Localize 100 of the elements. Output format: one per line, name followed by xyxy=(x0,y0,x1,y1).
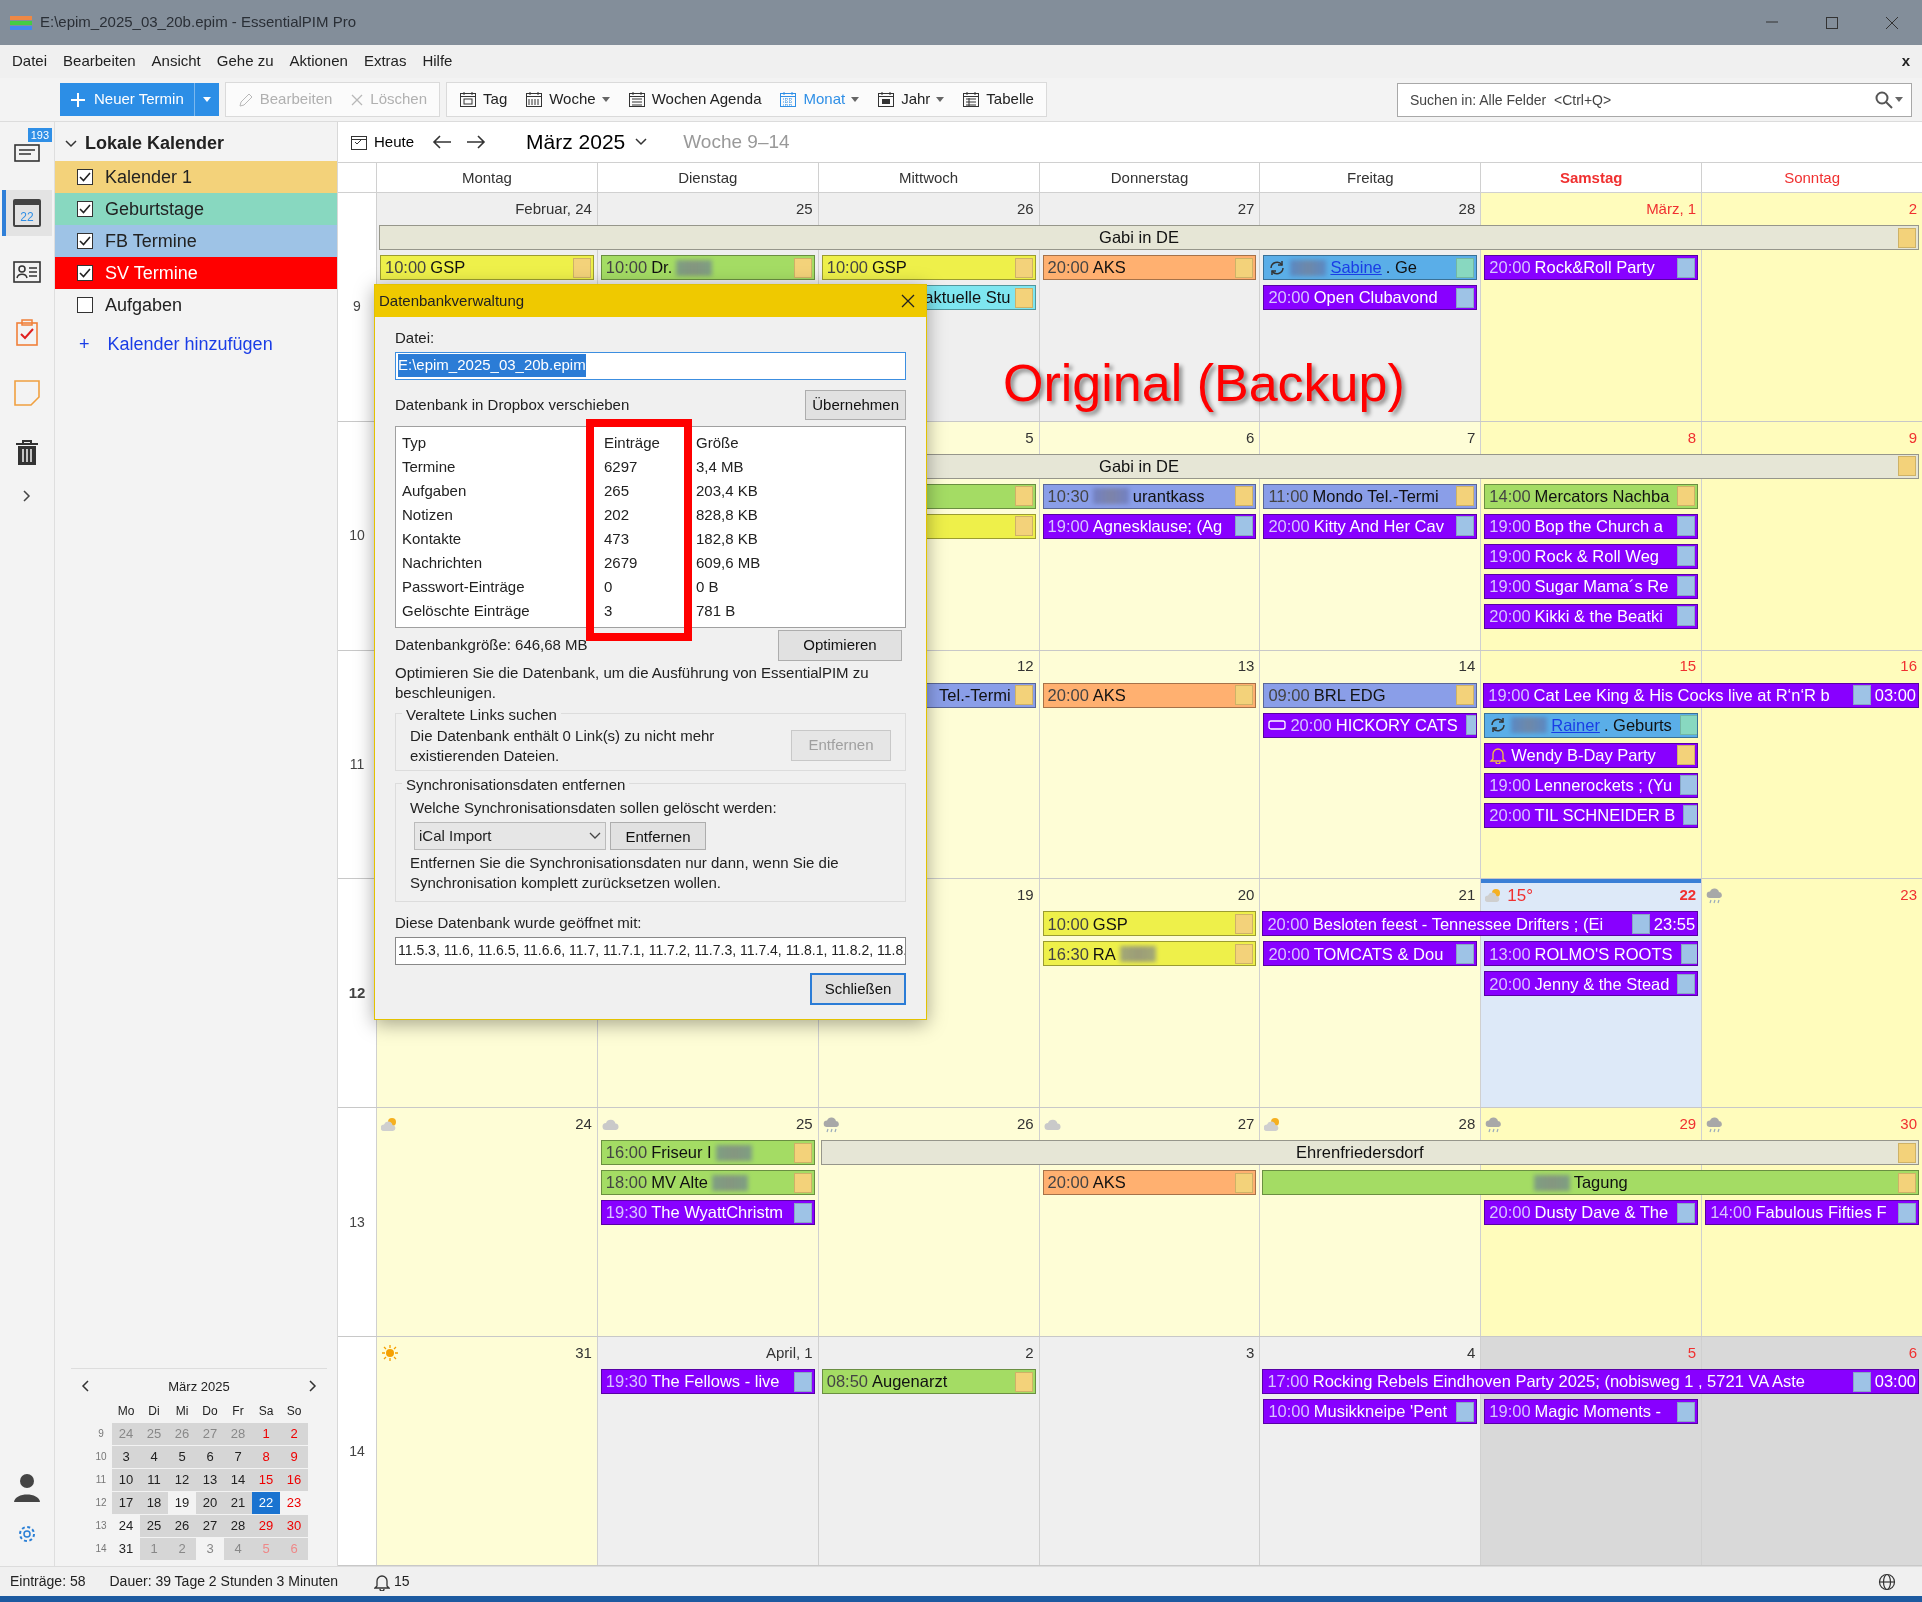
checkbox[interactable] xyxy=(77,297,93,313)
mini-calendar-day[interactable]: 27 xyxy=(196,1515,224,1537)
calendar-event[interactable]: 13:00 ROLMO'S ROOTS xyxy=(1484,941,1699,967)
calendar-event[interactable]: 19:00 Sugar Mama´s Re xyxy=(1484,573,1699,599)
calendar-event[interactable]: 20:00 Kitty And Her Cav xyxy=(1263,513,1478,539)
calendar-event[interactable]: 19:00 Bop the Church a xyxy=(1484,513,1699,539)
calendar-event[interactable]: 20:00 TOMCATS & Dou xyxy=(1263,941,1478,967)
settings-icon[interactable] xyxy=(17,1524,37,1544)
calendar-event[interactable]: 19:00 Agnesklause; (Ag xyxy=(1042,513,1257,539)
mini-calendar-day[interactable]: 23 xyxy=(280,1492,308,1514)
calendar-event[interactable]: 20:00 AKS xyxy=(1042,682,1257,708)
add-calendar-link[interactable]: Kalender hinzufügen xyxy=(107,331,273,358)
close-button[interactable]: Schließen xyxy=(810,972,906,1005)
mini-calendar-day[interactable]: 24 xyxy=(112,1515,140,1537)
calendar-event[interactable]: 10:00 Musikkneipe 'Pent xyxy=(1263,1399,1478,1425)
calendar-event[interactable]: 11:00 Mondo Tel.-Termi xyxy=(1263,483,1478,509)
calendar-event[interactable]: 19:30 The Fellows - live xyxy=(600,1369,815,1395)
calendar-event[interactable]: 19:00 Magic Moments - xyxy=(1484,1399,1699,1425)
menu-item[interactable]: Aktionen xyxy=(281,47,356,76)
mini-calendar-day[interactable]: 22 xyxy=(252,1492,280,1514)
calendar-event[interactable]: 14:00 Fabulous Fifties F xyxy=(1705,1200,1919,1226)
mini-calendar-day[interactable]: 31 xyxy=(112,1538,140,1560)
checkbox[interactable] xyxy=(77,233,93,249)
calendar-event[interactable]: 19:00 Cat Lee King & His Cocks live at R‘n‘R b 03:00 xyxy=(1483,682,1919,708)
calendar-list-item[interactable]: Kalender 1 xyxy=(55,161,337,193)
mini-calendar-day[interactable]: 21 xyxy=(224,1492,252,1514)
mini-calendar-day[interactable]: 11 xyxy=(140,1469,168,1491)
user-icon[interactable] xyxy=(13,1472,41,1502)
mini-calendar-day[interactable]: 5 xyxy=(168,1446,196,1468)
optimize-button[interactable]: Optimieren xyxy=(778,630,902,661)
view-tab[interactable]: Woche xyxy=(517,85,618,114)
calendar-event[interactable]: 20:00 AKS xyxy=(1042,1170,1257,1196)
calendar-event[interactable]: 10:30 urantkass xyxy=(1042,483,1257,509)
mini-calendar-day[interactable]: 13 xyxy=(196,1469,224,1491)
chevron-down-icon[interactable] xyxy=(65,139,77,148)
calendar-event[interactable]: 20:00 Dusty Dave & The xyxy=(1484,1200,1699,1226)
calendar-event[interactable]: 20:00 Rock&Roll Party xyxy=(1484,255,1699,280)
plus-icon[interactable]: + xyxy=(79,331,90,358)
chevron-right-icon[interactable] xyxy=(23,490,31,502)
calendar-event[interactable]: 18:00 MV Alte xyxy=(600,1170,815,1196)
calendar-event[interactable]: 20:00 HICKORY CATS xyxy=(1263,712,1478,738)
menu-item[interactable]: Gehe zu xyxy=(208,47,282,76)
calendar-event[interactable]: 19:30 The WyattChristm xyxy=(600,1200,815,1226)
calendar-event[interactable]: 19:00 Rock & Roll Weg xyxy=(1484,543,1699,569)
calendar-event[interactable]: 08:50 Augenarzt xyxy=(821,1369,1036,1395)
mini-calendar-day[interactable]: 20 xyxy=(196,1492,224,1514)
all-day-event[interactable]: Ehrenfriedersdorf xyxy=(820,1140,1919,1166)
mini-calendar-day[interactable]: 17 xyxy=(112,1492,140,1514)
close-icon[interactable] xyxy=(1884,15,1900,30)
checkbox[interactable] xyxy=(77,201,93,217)
calendar-event[interactable]: Sabine . Ge xyxy=(1263,255,1478,280)
menu-item[interactable]: Datei xyxy=(4,47,56,76)
checkbox[interactable] xyxy=(77,265,93,281)
calendar-event[interactable]: 10:00 Dr. xyxy=(600,255,815,280)
calendar-event[interactable]: 20:00 Jenny & the Stead xyxy=(1484,971,1699,997)
mini-calendar-day[interactable]: 6 xyxy=(196,1446,224,1468)
calendar-event[interactable]: 10:00 GSP xyxy=(821,255,1036,280)
calendar-event[interactable]: 20:00 TIL SCHNEIDER B xyxy=(1484,802,1699,828)
mini-calendar-day[interactable]: 10 xyxy=(112,1469,140,1491)
close-menu-button[interactable]: x xyxy=(1893,50,1918,73)
globe-icon[interactable] xyxy=(1878,1572,1896,1591)
remove-button[interactable]: Entfernen xyxy=(610,822,706,850)
mini-calendar-day[interactable]: 12 xyxy=(168,1469,196,1491)
menu-item[interactable]: Hilfe xyxy=(414,47,461,76)
mini-calendar-day[interactable]: 7 xyxy=(224,1446,252,1468)
calendar-event[interactable]: 16:00 Friseur I xyxy=(600,1140,815,1166)
menu-item[interactable]: Bearbeiten xyxy=(55,47,144,76)
mini-calendar-day[interactable]: 25 xyxy=(140,1515,168,1537)
calendar-event[interactable]: Wendy B-Day Party xyxy=(1484,742,1699,768)
mini-calendar-day[interactable]: 19 xyxy=(168,1492,196,1514)
period-dropdown[interactable]: März 2025 xyxy=(520,125,654,159)
today-button[interactable]: Heute xyxy=(346,128,419,156)
calendar-event[interactable]: 19:00 Lennerockets ; (Yu xyxy=(1484,772,1699,798)
input-field[interactable]: E:\epim_2025_03_20b.epim xyxy=(395,351,906,380)
calendar-list-item[interactable]: Geburtstage xyxy=(55,193,337,225)
view-tab[interactable]: Jahr xyxy=(869,85,953,114)
mini-calendar-day[interactable]: 3 xyxy=(112,1446,140,1468)
calendar-event[interactable]: 20:00 Besloten feest - Tennessee Drifters ; (Ei 23:55 xyxy=(1262,911,1699,937)
search-input[interactable]: Suchen in: Alle Felder <Ctrl+Q> xyxy=(1398,84,1867,115)
checkbox[interactable] xyxy=(77,169,93,185)
mini-calendar-day[interactable]: 14 xyxy=(224,1469,252,1491)
all-day-event[interactable]: Gabi in DE xyxy=(379,225,1919,250)
bell-icon[interactable] xyxy=(374,1572,391,1591)
mini-calendar-day[interactable]: 28 xyxy=(224,1515,252,1537)
calendar-event[interactable]: 16:30 RA xyxy=(1042,941,1257,967)
calendar-list-item[interactable]: SV Termine xyxy=(55,257,337,289)
menu-item[interactable]: Ansicht xyxy=(143,47,209,76)
dropdown-field[interactable]: iCal Import xyxy=(414,822,606,850)
calendar-event[interactable]: 20:00 Open Clubavond xyxy=(1263,285,1478,310)
chevron-left-icon[interactable] xyxy=(81,1380,89,1393)
calendar-event[interactable]: Rainer . Geburts xyxy=(1484,712,1699,738)
calendar-event[interactable]: 20:00 AKS xyxy=(1042,255,1257,280)
calendar-event[interactable]: 10:00 GSP xyxy=(380,255,594,280)
mini-calendar-day[interactable]: 4 xyxy=(140,1446,168,1468)
mini-calendar-day[interactable]: 26 xyxy=(168,1515,196,1537)
chevron-right-icon[interactable] xyxy=(309,1380,317,1393)
apply-button[interactable]: Übernehmen xyxy=(805,389,906,420)
calendar-event[interactable]: 09:00 BRL EDG xyxy=(1263,682,1478,708)
search-field[interactable]: Suchen in: Alle Felder <Ctrl+Q> xyxy=(1397,82,1912,117)
maximize-icon[interactable] xyxy=(1824,15,1840,30)
